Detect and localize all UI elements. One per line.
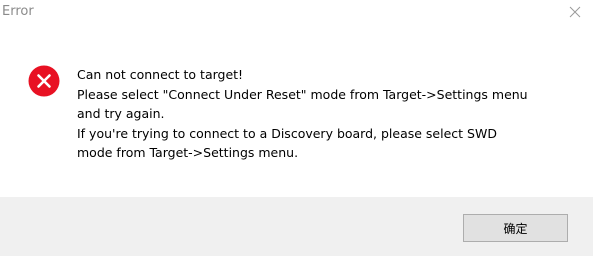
message-line: Can not connect to target! — [77, 67, 244, 82]
error-icon — [28, 65, 60, 97]
message-line: and try again. — [77, 106, 165, 121]
message-line: Please select "Connect Under Reset" mode… — [77, 86, 528, 102]
title-bar: Error — [0, 0, 593, 26]
error-message: Can not connect to target! Please select… — [77, 65, 577, 163]
dialog-content: Can not connect to target! Please select… — [0, 26, 593, 197]
window-title: Error — [2, 4, 34, 19]
close-icon — [569, 6, 581, 18]
message-line: mode from Target->Settings menu. — [77, 145, 299, 160]
error-dialog: Error Can not connect to target! Please … — [0, 0, 593, 264]
message-line: If you're trying to connect to a Discove… — [77, 125, 497, 141]
bottom-edge — [0, 256, 593, 264]
ok-button[interactable]: 确定 — [463, 214, 568, 242]
button-bar: 确定 — [0, 197, 593, 256]
close-button[interactable] — [560, 0, 590, 24]
